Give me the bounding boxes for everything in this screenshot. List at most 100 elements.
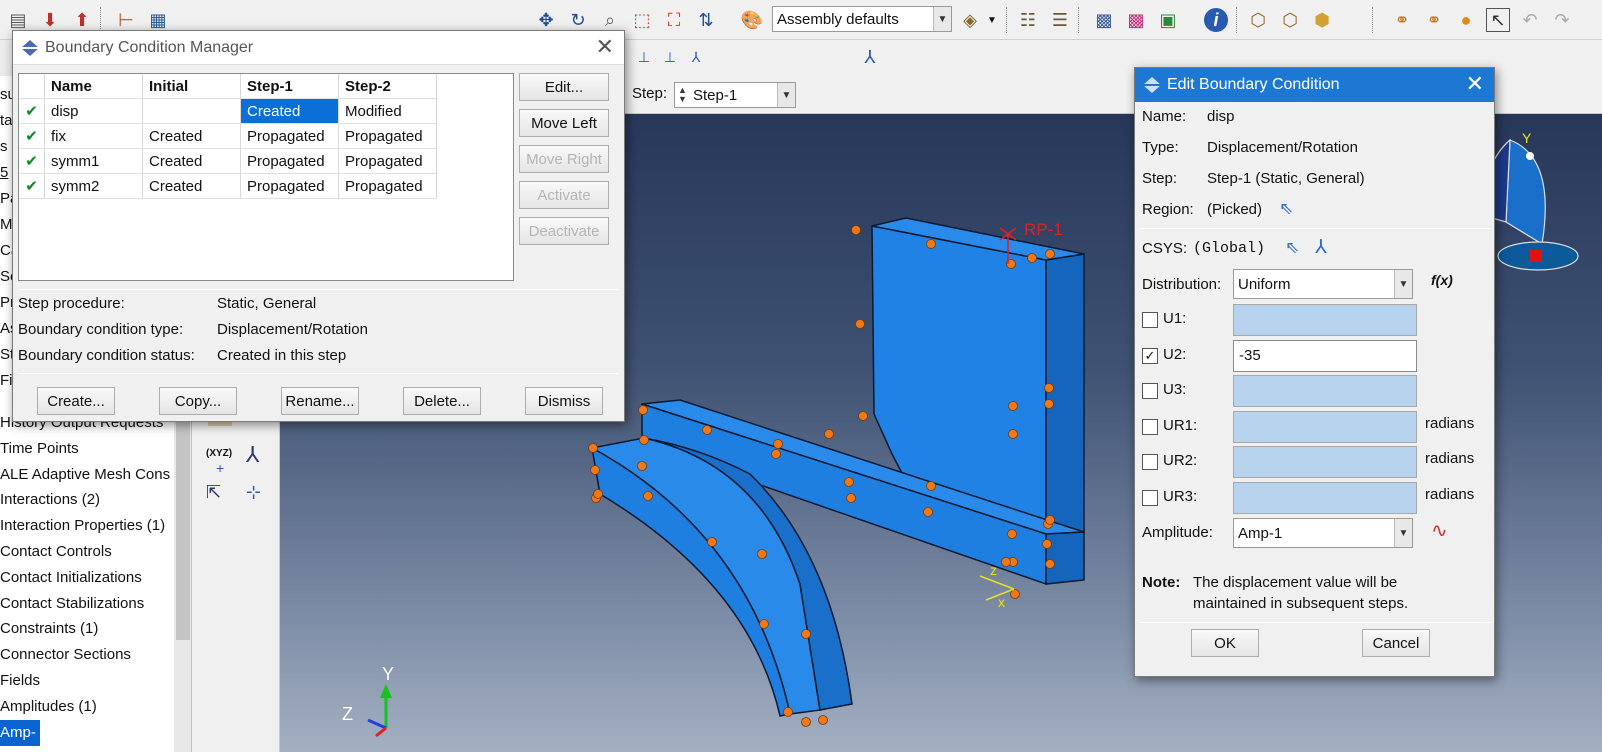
ok-button[interactable]: OK <box>1191 629 1259 657</box>
query-cursor-icon[interactable]: ↖ <box>1486 8 1510 32</box>
cell-name[interactable]: disp <box>45 99 143 124</box>
pan-icon[interactable]: ✥ <box>534 8 558 32</box>
cell-name[interactable]: fix <box>45 124 143 149</box>
edit-button[interactable]: Edit... <box>519 73 609 101</box>
front-view-icon[interactable]: ⬡ <box>1278 8 1302 32</box>
dismiss-button[interactable]: Dismiss <box>525 387 603 415</box>
create-amplitude-icon[interactable]: ∿ <box>1431 518 1448 543</box>
back-view-icon[interactable]: ⬢ <box>1310 8 1334 32</box>
cell-initial[interactable]: Created <box>143 174 241 199</box>
move-left-button[interactable]: Move Left <box>519 109 609 137</box>
cell-initial[interactable]: Created <box>143 124 241 149</box>
dof-checkbox[interactable] <box>1142 454 1158 470</box>
dof-checkbox[interactable] <box>1142 489 1158 506</box>
open-icon[interactable]: ⬇ <box>38 8 62 32</box>
iso-view-icon[interactable]: ⬡ <box>1246 8 1270 32</box>
wireframe-icon[interactable]: ▩ <box>1092 8 1116 32</box>
cell-step1[interactable]: Propagated <box>241 124 339 149</box>
dof-value-field[interactable] <box>1233 410 1417 443</box>
tree-item[interactable]: Contact Controls <box>0 539 112 565</box>
boolean-intersect-icon[interactable]: ⚭ <box>1422 8 1446 32</box>
pick-cursor-icon[interactable]: ⇖ <box>1279 199 1293 219</box>
print-icon[interactable]: ▤ <box>6 8 30 32</box>
cycle-views-icon[interactable]: ⇅ <box>694 8 718 32</box>
ladder-icon[interactable]: ☷ <box>1016 8 1040 32</box>
cell-step1[interactable]: Propagated <box>241 174 339 199</box>
tree-item[interactable]: Time Points <box>0 436 79 462</box>
activate-button[interactable]: Activate <box>519 181 609 209</box>
pick-csys-icon[interactable]: ⇖ <box>1285 238 1299 258</box>
dof-checkbox[interactable] <box>1142 418 1158 435</box>
tree-item[interactable]: Interaction Properties (1) <box>0 513 165 539</box>
color-code-combo[interactable]: Assembly defaults ▼ <box>772 6 952 32</box>
tree-item[interactable]: Fields <box>0 668 40 694</box>
tree-item[interactable]: Connector Sections <box>0 642 131 668</box>
render-style-icon[interactable]: ◈ <box>958 8 982 32</box>
sphere-icon[interactable]: ● <box>1454 8 1478 32</box>
boolean-union-icon[interactable]: ⚭ <box>1390 8 1414 32</box>
copy-button[interactable]: Copy... <box>159 387 237 415</box>
dof-value-field[interactable] <box>1233 446 1417 478</box>
dropdown-arrow-icon[interactable]: ▼ <box>980 8 1004 32</box>
rotate-icon[interactable]: ↻ <box>566 8 590 32</box>
table-header-name[interactable]: Name <box>45 74 143 99</box>
redo-icon[interactable]: ↷ <box>1550 8 1574 32</box>
box-zoom-icon[interactable]: ⬚ <box>630 8 654 32</box>
undo-icon[interactable]: ↶ <box>1518 8 1542 32</box>
auto-fit-icon[interactable]: ⛶ <box>662 8 686 32</box>
info-icon[interactable]: i <box>1204 8 1228 32</box>
tree-item[interactable]: ALE Adaptive Mesh Cons <box>0 462 170 488</box>
cell-step1[interactable]: Created <box>241 99 339 124</box>
shaded-icon[interactable]: ▣ <box>1156 8 1180 32</box>
tree-item[interactable]: Contact Stabilizations <box>0 591 144 617</box>
tree-item[interactable]: Constraints (1) <box>0 616 98 642</box>
cell-step2[interactable]: Propagated <box>339 174 437 199</box>
rename-button[interactable]: Rename... <box>281 387 359 415</box>
cell-step1[interactable]: Propagated <box>241 149 339 174</box>
view-z-icon[interactable]: ⊥ <box>658 45 682 69</box>
create-button[interactable]: Create... <box>37 387 115 415</box>
dof-value-field[interactable] <box>1233 375 1417 407</box>
table-header-step2[interactable]: Step-2 <box>339 74 437 99</box>
view-xz-icon[interactable]: ⅄ <box>684 45 708 69</box>
tree-item[interactable]: ta <box>0 108 13 134</box>
tree-item[interactable]: Interactions (2) <box>0 487 100 513</box>
dof-checkbox[interactable]: ✓ <box>1142 347 1158 364</box>
deactivate-button[interactable]: Deactivate <box>519 217 609 245</box>
ladder2-icon[interactable]: ☰ <box>1048 8 1072 32</box>
cell-initial[interactable]: Created <box>143 149 241 174</box>
xyz-label[interactable]: (XYZ) <box>206 448 232 459</box>
dof-value-field[interactable] <box>1233 304 1417 336</box>
dof-value-field[interactable] <box>1233 481 1417 514</box>
add-point-icon[interactable]: + <box>216 460 224 476</box>
zoom-icon[interactable]: ⌕ <box>598 8 622 32</box>
tree-item[interactable]: Contact Initializations <box>0 565 142 591</box>
delete-button[interactable]: Delete... <box>403 387 481 415</box>
cell-step2[interactable]: Propagated <box>339 124 437 149</box>
fx-button[interactable]: f(x) <box>1431 272 1453 288</box>
amplitude-combo[interactable]: Amp-1 ▼ <box>1233 518 1413 548</box>
tree-icon[interactable]: ⊢ <box>114 8 138 32</box>
cancel-button[interactable]: Cancel <box>1362 629 1430 657</box>
view-y-icon[interactable]: ⊥ <box>632 45 656 69</box>
distribution-combo[interactable]: Uniform ▼ <box>1233 269 1413 299</box>
tree-item[interactable]: Amplitudes (1) <box>0 694 97 720</box>
edit-bc-titlebar[interactable]: Edit Boundary Condition ✕ <box>1135 68 1494 102</box>
cell-step2[interactable]: Modified <box>339 99 437 124</box>
close-icon[interactable]: ✕ <box>1466 72 1484 96</box>
step-combo[interactable]: ▲ ▼ Step-1 ▼ <box>674 82 796 108</box>
triad-icon[interactable]: ⅄ <box>858 45 882 69</box>
tree-item-selected[interactable]: Amp-1 <box>0 720 40 746</box>
cell-name[interactable]: symm1 <box>45 149 143 174</box>
cell-initial[interactable] <box>143 99 241 124</box>
table-header-initial[interactable]: Initial <box>143 74 241 99</box>
color-palette-icon[interactable]: 🎨 <box>740 8 764 32</box>
cell-name[interactable]: symm2 <box>45 174 143 199</box>
dof-checkbox[interactable] <box>1142 312 1158 328</box>
hidden-icon[interactable]: ▩ <box>1124 8 1148 32</box>
create-csys-icon[interactable]: ⅄ <box>1315 236 1327 259</box>
datum-csys-icon[interactable]: ⅄ <box>246 442 259 468</box>
datum-plane-icon[interactable]: ⊹ <box>246 482 261 503</box>
bc-manager-titlebar[interactable]: Boundary Condition Manager ✕ <box>13 31 624 65</box>
dof-checkbox[interactable] <box>1142 383 1158 399</box>
